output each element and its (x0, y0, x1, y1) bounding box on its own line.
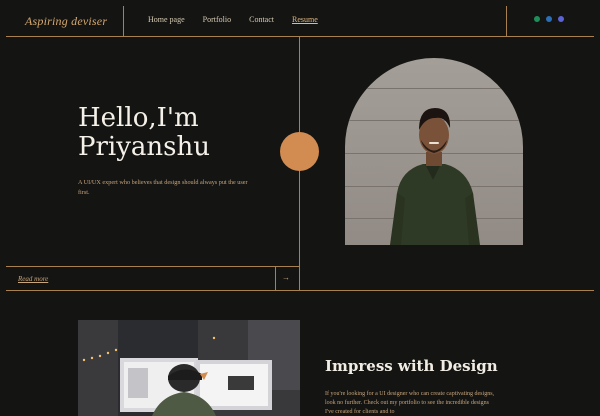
section-text: If you're looking for a UI designer who … (325, 391, 495, 415)
nav-home[interactable]: Home page (148, 15, 185, 24)
section-title: Impress with Design (325, 357, 498, 375)
social-links (534, 16, 564, 22)
main-nav: Home page Portfolio Contact Resume (148, 15, 336, 24)
hero-bottom-line (6, 290, 594, 291)
nav-contact[interactable]: Contact (249, 15, 274, 24)
brand-divider-line (123, 6, 124, 36)
social-divider-line (506, 6, 507, 36)
accent-circle (280, 132, 319, 171)
whatsapp-icon[interactable] (534, 16, 540, 22)
arrow-right-icon[interactable]: → (282, 273, 290, 282)
arrow-divider-line (275, 266, 276, 291)
left-footer-line (6, 266, 299, 267)
hero-title-line2: Priyanshu (78, 132, 211, 162)
nav-resume[interactable]: Resume (292, 15, 318, 24)
linkedin-icon[interactable] (546, 16, 552, 22)
brand-logo[interactable]: Aspiring deviser (25, 14, 107, 29)
hero-title: Hello,I'm Priyanshu (78, 104, 278, 162)
header-divider-line (6, 36, 594, 37)
discord-icon[interactable] (558, 16, 564, 22)
read-more-link[interactable]: Read more (18, 275, 48, 283)
nav-portfolio[interactable]: Portfolio (203, 15, 231, 24)
profile-photo (345, 58, 523, 245)
hero-description: A UI/UX expert who believes that design … (78, 179, 248, 196)
designer-work-image (78, 320, 300, 416)
hero-title-line1: Hello,I'm (78, 103, 199, 133)
